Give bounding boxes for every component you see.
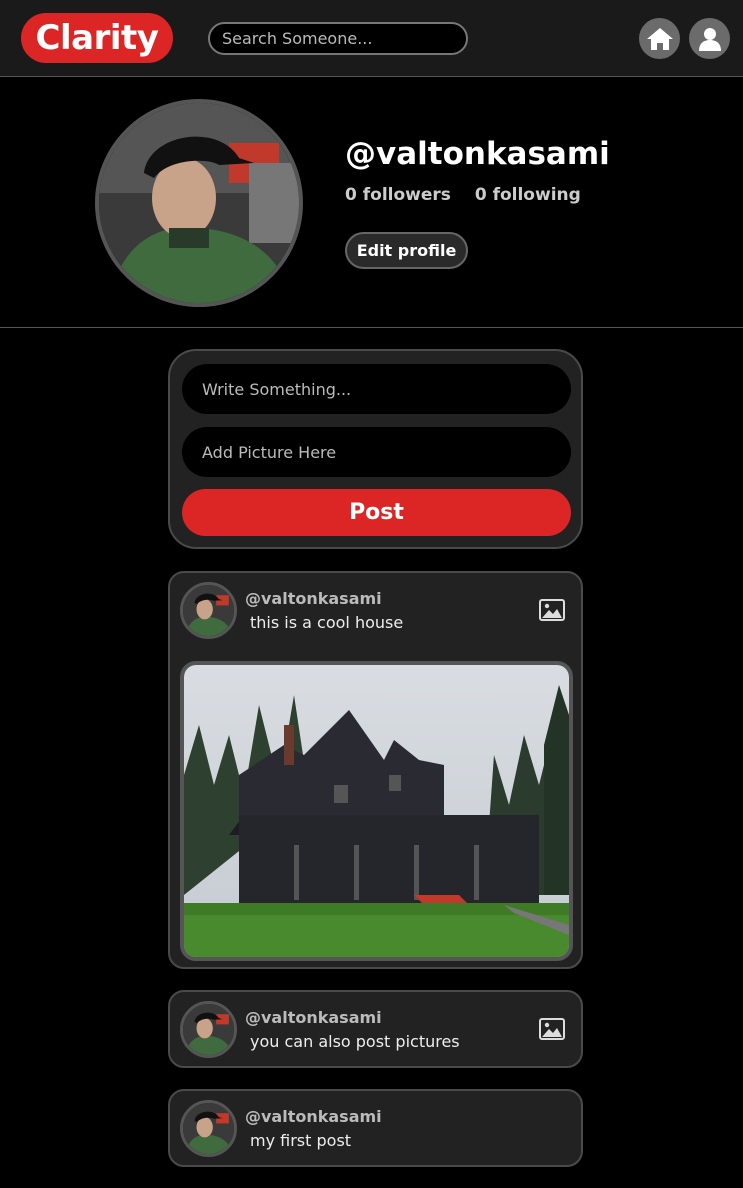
add-picture-input[interactable] (182, 427, 571, 477)
search-input[interactable] (208, 22, 468, 55)
post-card: @valtonkasami my first post (168, 1089, 583, 1167)
image-icon[interactable] (539, 1018, 565, 1040)
post-button[interactable]: Post (182, 489, 571, 536)
profile-avatar (95, 99, 303, 307)
profile-username: @valtonkasami (345, 136, 610, 172)
post-text: my first post (250, 1131, 352, 1150)
home-button[interactable] (639, 18, 680, 59)
post-username[interactable]: @valtonkasami (245, 589, 382, 608)
profile-header: @valtonkasami 0 followers 0 following Ed… (0, 78, 743, 328)
post-image-house[interactable] (180, 661, 573, 961)
profile-stats: 0 followers 0 following (345, 185, 599, 205)
user-icon (698, 27, 721, 51)
edit-profile-button[interactable]: Edit profile (345, 232, 468, 269)
image-icon[interactable] (539, 599, 565, 621)
home-icon (646, 27, 673, 50)
post-text: you can also post pictures (250, 1032, 460, 1051)
clarity-logo[interactable]: Clarity (21, 13, 173, 63)
following-count[interactable]: 0 following (475, 185, 581, 205)
post-text: this is a cool house (250, 613, 404, 632)
post-avatar[interactable] (180, 582, 237, 639)
post-username[interactable]: @valtonkasami (245, 1107, 382, 1126)
write-something-input[interactable] (182, 364, 571, 414)
post-avatar[interactable] (180, 1100, 237, 1157)
post-avatar[interactable] (180, 1001, 237, 1058)
followers-count[interactable]: 0 followers (345, 185, 451, 205)
post-username[interactable]: @valtonkasami (245, 1008, 382, 1027)
top-navbar: Clarity (0, 0, 743, 77)
post-card: @valtonkasami you can also post pictures (168, 990, 583, 1068)
post-composer: Post (168, 349, 583, 549)
profile-button[interactable] (689, 18, 730, 59)
post-card: @valtonkasami this is a cool house (168, 571, 583, 969)
